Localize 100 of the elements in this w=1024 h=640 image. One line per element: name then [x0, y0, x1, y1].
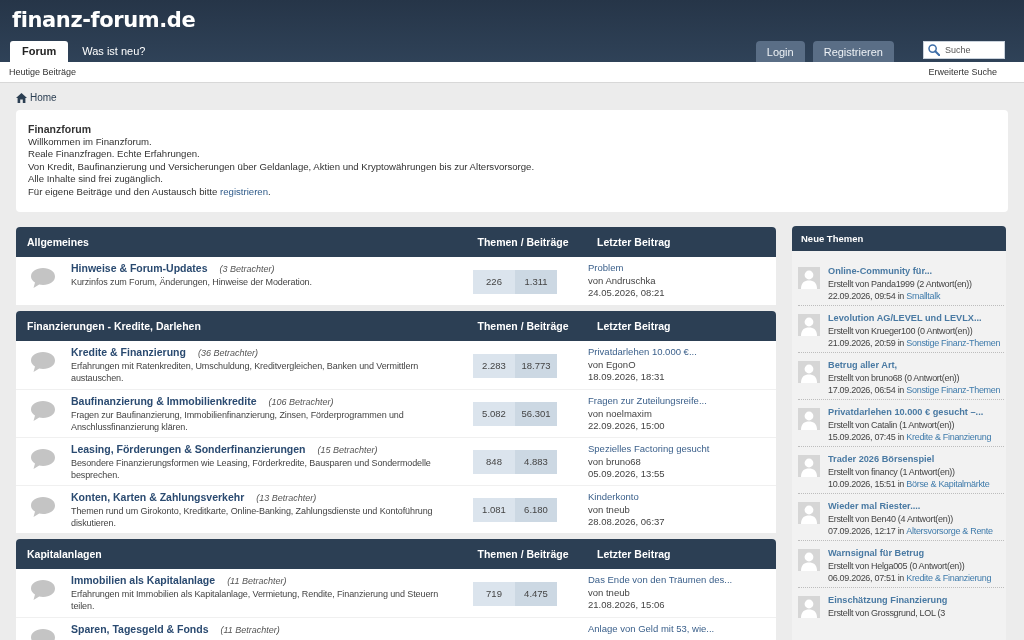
avatar-icon — [798, 455, 820, 477]
nav-tab[interactable]: Was ist neu? — [70, 41, 158, 62]
last-post-date: 21.08.2026, 15:06 — [588, 599, 666, 612]
welcome-text: Alle Inhalte sind frei zugänglich. — [28, 173, 164, 186]
home-icon — [16, 92, 27, 103]
advanced-search-link[interactable]: Erweiterte Suche — [928, 67, 997, 77]
last-post-author: von EgonO — [588, 358, 637, 371]
post-count: 4.883 — [515, 450, 557, 474]
forum-link[interactable]: Smalltalk — [906, 290, 941, 302]
column-heading: Themen / Beiträge — [476, 236, 570, 248]
last-post-link[interactable]: Das Ende von den Träumen des... — [588, 574, 747, 587]
forum-description: Besondere Finanzierungsformen wie Leasing, Förderkredite, Bausparen und Sondermodelle besprechen. — [71, 457, 432, 481]
welcome-text: Für eigene Beiträge und den Austausch bitte registrieren. — [28, 185, 272, 199]
breadcrumb-link[interactable]: Home — [16, 92, 57, 103]
register-link[interactable]: registrieren — [220, 185, 268, 197]
todays-posts-link[interactable]: Heutige Beiträge — [9, 67, 77, 77]
forum-link[interactable]: Altersvorsorge & Rente — [906, 525, 993, 537]
topic-title-link[interactable]: Einschätzung Finanzierung — [828, 594, 1004, 606]
last-post-link[interactable]: Fragen zur Zuteilungsreife... — [588, 395, 747, 408]
last-post-date: 22.09.2026, 15:00 — [588, 420, 666, 433]
last-post-link[interactable]: Problem — [588, 262, 747, 275]
topic-count: 226 — [473, 269, 515, 294]
topic-title-link[interactable]: Betrug aller Art, — [828, 359, 1004, 371]
header-button[interactable]: Registrieren — [812, 41, 894, 62]
topic-title-link[interactable]: Levolution AG/LEVEL und LEVLX... — [828, 312, 1004, 324]
viewer-count: (11 Betrachter) — [220, 624, 280, 637]
column-heading: Themen / Beiträge — [476, 548, 570, 560]
forum-description: Erfahrungen mit Ratenkrediten, Umschuldung, Kreditvergleichen, Banken und Vermittlern austauschen. — [71, 360, 420, 384]
search-field[interactable]: Suche — [923, 41, 1005, 59]
last-post-author: von tneub — [588, 586, 631, 599]
forum-link[interactable]: Sonstige Finanz-Themen — [906, 337, 1001, 349]
topic-meta: Erstellt von Grossgrund, LOL (3 — [828, 607, 946, 619]
post-count: 18.773 — [515, 353, 557, 378]
forum-link[interactable]: Sonstige Finanz-Themen — [906, 384, 1001, 396]
topic-count: 1.081 — [473, 498, 515, 522]
topic-title-link[interactable]: Warnsignal für Betrug — [828, 547, 1004, 559]
speech-bubble-icon — [30, 400, 56, 422]
topic-date: 06.09.2026, 07:51 in Kredite & Finanzierung — [828, 572, 993, 584]
header-button[interactable]: Login — [755, 41, 805, 62]
last-post-link[interactable]: Anlage von Geld mit 53, wie... — [588, 623, 747, 636]
avatar-icon — [798, 408, 820, 430]
forum-description: Themen rund um Girokonto, Kreditkarte, Online-Banking, Zahlungsdienste und Kontoführung diskutieren. — [71, 505, 434, 529]
topic-date: 22.09.2026, 09:54 in Smalltalk — [828, 290, 942, 302]
speech-bubble-icon — [30, 267, 56, 289]
forum-description: Erfahrungen mit Immobilien als Kapitalanlage, Vermietung, Rendite, Finanzierung und Steuern teilen. — [71, 588, 440, 612]
forum-description: Fragen zur Baufinanzierung, Immobilienfinanzierung, Zinsen, Förderprogrammen und Anschlussfinanzierung klären. — [71, 409, 405, 433]
topic-meta: Erstellt von Krueger100 (0 Antwort(en)) — [828, 325, 974, 337]
topic-date: 10.09.2026, 15:51 in Börse & Kapitalmärkte — [828, 478, 991, 490]
post-count: 1.311 — [515, 269, 557, 294]
post-count: 4.475 — [515, 581, 557, 606]
viewer-count: (36 Betrachter) — [197, 347, 258, 360]
viewer-count: (11 Betrachter) — [227, 575, 287, 588]
speech-bubble-icon — [30, 351, 56, 373]
forum-link[interactable]: Kredite & Finanzierung — [906, 572, 992, 584]
topic-meta: Erstellt von Helga005 (0 Antwort(en)) — [828, 560, 966, 572]
post-count: 56.301 — [515, 402, 557, 426]
last-post-link[interactable]: Privatdarlehen 10.000 €... — [588, 346, 747, 359]
topic-count: 5.082 — [473, 402, 515, 426]
last-post-link[interactable]: Kinderkonto — [588, 491, 747, 504]
avatar-icon — [798, 314, 820, 336]
last-post-author: von noelmaxim — [588, 407, 653, 420]
category-title: Allgemeines — [26, 236, 90, 248]
forum-title-link[interactable]: Baufinanzierung & Immobilienkredite — [71, 395, 257, 408]
forum-link[interactable]: Börse & Kapitalmärkte — [906, 478, 990, 490]
topic-title-link[interactable]: Online-Community für... — [828, 265, 1004, 277]
last-post-author: von Andruschka — [588, 274, 657, 287]
topic-count: 719 — [473, 581, 515, 606]
forum-title-link[interactable]: Konten, Karten & Zahlungsverkehr — [71, 491, 245, 504]
forum-title-link[interactable]: Kredite & Finanzierung — [71, 346, 186, 359]
topic-count: 2.283 — [473, 353, 515, 378]
topic-title-link[interactable]: Privatdarlehen 10.000 € gesucht –... — [828, 406, 1004, 418]
speech-bubble-icon — [30, 579, 56, 601]
topic-meta: Erstellt von Catalin (1 Antwort(en)) — [828, 419, 956, 431]
avatar-icon — [798, 267, 820, 289]
last-post-date: 28.08.2026, 06:37 — [588, 516, 666, 529]
nav-tab[interactable]: Forum — [10, 41, 69, 62]
forum-title-link[interactable]: Hinweise & Forum-Updates — [71, 262, 208, 275]
forum-title-link[interactable]: Leasing, Förderungen & Sonderfinanzierungen — [71, 443, 306, 456]
welcome-text: Reale Finanzfragen. Echte Erfahrungen. — [28, 148, 201, 161]
last-post-link[interactable]: Spezielles Factoring gesucht — [588, 443, 747, 456]
topic-title-link[interactable]: Wieder mal Riester.... — [828, 500, 1004, 512]
last-post-date: 05.09.2026, 13:55 — [588, 468, 666, 481]
column-heading: Letzter Beitrag — [596, 548, 671, 560]
site-logo[interactable]: finanz-forum.de — [10, 8, 196, 32]
viewer-count: (106 Betrachter) — [268, 396, 334, 409]
topic-title-link[interactable]: Trader 2026 Börsenspiel — [828, 453, 1004, 465]
speech-bubble-icon — [30, 448, 56, 470]
topic-date: 17.09.2026, 06:54 in Sonstige Finanz-Themen — [828, 384, 1002, 396]
post-count: 6.180 — [515, 498, 557, 522]
topic-date: 15.09.2026, 07:45 in Kredite & Finanzierung — [828, 431, 993, 443]
viewer-count: (13 Betrachter) — [256, 492, 317, 505]
forum-link[interactable]: Kredite & Finanzierung — [906, 431, 992, 443]
sidebar-title: Neue Themen — [792, 226, 1006, 251]
last-post-author: von bruno68 — [588, 455, 642, 468]
welcome-text: Willkommen im Finanzforum. — [28, 135, 153, 149]
last-post-author: von tneub — [588, 503, 631, 516]
speech-bubble-icon — [30, 496, 56, 518]
forum-title-link[interactable]: Immobilien als Kapitalanlage — [71, 574, 216, 587]
forum-title-link[interactable]: Sparen, Tagesgeld & Fonds — [71, 623, 209, 636]
column-heading: Themen / Beiträge — [476, 320, 570, 332]
